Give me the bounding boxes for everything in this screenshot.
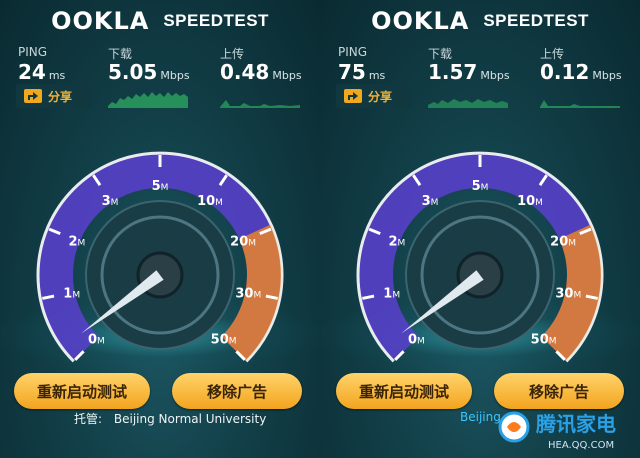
download-value-group: 5.05 Mbps bbox=[108, 60, 190, 84]
ping-value-group: 24 ms bbox=[18, 60, 65, 84]
share-button[interactable]: 分享 bbox=[16, 84, 92, 108]
gauge-tick-label: 0M bbox=[88, 333, 105, 348]
remove-ads-button[interactable]: 移除广告 bbox=[172, 373, 302, 409]
share-icon bbox=[344, 89, 362, 103]
host-info: 托管: Beijing Normal University bbox=[74, 410, 266, 427]
upload-value-group: 0.12 Mbps bbox=[540, 60, 622, 84]
ping-label: PING bbox=[18, 45, 48, 59]
speedtest-panel-left: OOKLA SPEEDTEST PING 24 ms 下载 5.05 Mbps 上传… bbox=[0, 0, 320, 458]
gauge-tick-label: 1M bbox=[383, 287, 400, 302]
speedtest-title: SPEEDTEST bbox=[163, 11, 269, 30]
share-icon bbox=[24, 89, 42, 103]
upload-graph bbox=[540, 100, 620, 108]
upload-unit: Mbps bbox=[272, 69, 302, 82]
speedtest-panel-right: OOKLA SPEEDTEST PING 75 ms 下载 1.57 Mbps 上传… bbox=[320, 0, 640, 458]
ping-unit: ms bbox=[48, 69, 66, 82]
gauge-tick-label: 2M bbox=[388, 235, 405, 250]
ping-unit: ms bbox=[368, 69, 386, 82]
download-value: 1.57 bbox=[428, 60, 478, 84]
upload-value: 0.12 bbox=[540, 60, 590, 84]
ping-value: 75 bbox=[338, 60, 366, 84]
host-label: 托管: bbox=[74, 412, 103, 426]
watermark-logo: 腾讯家电 HEA.QQ.COM bbox=[498, 411, 616, 451]
download-value-group: 1.57 Mbps bbox=[428, 60, 510, 84]
gauge-tick-label: 2M bbox=[68, 235, 85, 250]
download-unit: Mbps bbox=[480, 69, 510, 82]
upload-value-group: 0.48 Mbps bbox=[220, 60, 302, 84]
brand-header: OOKLA SPEEDTEST bbox=[0, 6, 320, 36]
download-graph bbox=[428, 99, 508, 108]
gauge-tick-label: 1M bbox=[63, 287, 80, 302]
upload-graph bbox=[220, 100, 300, 108]
ping-value-group: 75 ms bbox=[338, 60, 385, 84]
restart-test-button[interactable]: 重新启动测试 bbox=[14, 373, 150, 409]
share-button[interactable]: 分享 bbox=[336, 84, 412, 108]
share-label: 分享 bbox=[48, 89, 73, 104]
ookla-logo: OOKLA bbox=[371, 7, 470, 35]
ping-label: PING bbox=[338, 45, 368, 59]
remove-ads-button[interactable]: 移除广告 bbox=[494, 373, 624, 409]
host-name: Beijing Normal University bbox=[113, 412, 267, 426]
brand-header: OOKLA SPEEDTEST bbox=[320, 6, 640, 36]
download-unit: Mbps bbox=[160, 69, 190, 82]
speedtest-title: SPEEDTEST bbox=[483, 11, 589, 30]
watermark-url: HEA.QQ.COM bbox=[548, 440, 614, 451]
upload-value: 0.48 bbox=[220, 60, 270, 84]
share-label: 分享 bbox=[368, 89, 393, 104]
ookla-logo: OOKLA bbox=[51, 7, 150, 35]
watermark-brand: 腾讯家电 bbox=[536, 412, 616, 436]
download-graph bbox=[108, 92, 188, 108]
speed-gauge: 0M1M2M3M5M10M20M30M50M bbox=[36, 151, 284, 363]
gauge-tick-label: 0M bbox=[408, 333, 425, 348]
upload-unit: Mbps bbox=[592, 69, 622, 82]
download-value: 5.05 bbox=[108, 60, 158, 84]
ping-value: 24 bbox=[18, 60, 46, 84]
speed-gauge: 0M1M2M3M5M10M20M30M50M bbox=[356, 151, 604, 363]
restart-test-button[interactable]: 重新启动测试 bbox=[336, 373, 472, 409]
